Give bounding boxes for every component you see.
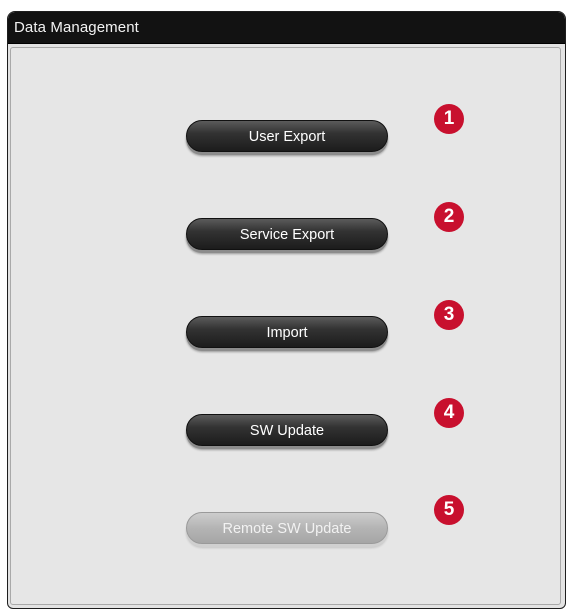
user-export-button[interactable]: User Export — [186, 120, 388, 152]
remote-sw-update-button: Remote SW Update — [186, 512, 388, 544]
sw-update-button[interactable]: SW Update — [186, 414, 388, 446]
callout-badge-4: 4 — [434, 398, 464, 428]
callout-badge-3: 3 — [434, 300, 464, 330]
callout-badge-2: 2 — [434, 202, 464, 232]
dialog-title: Data Management — [14, 19, 139, 36]
dialog-titlebar: Data Management — [8, 12, 565, 44]
service-export-button[interactable]: Service Export — [186, 218, 388, 250]
callout-badge-5: 5 — [434, 495, 464, 525]
import-button[interactable]: Import — [186, 316, 388, 348]
callout-badge-1: 1 — [434, 104, 464, 134]
